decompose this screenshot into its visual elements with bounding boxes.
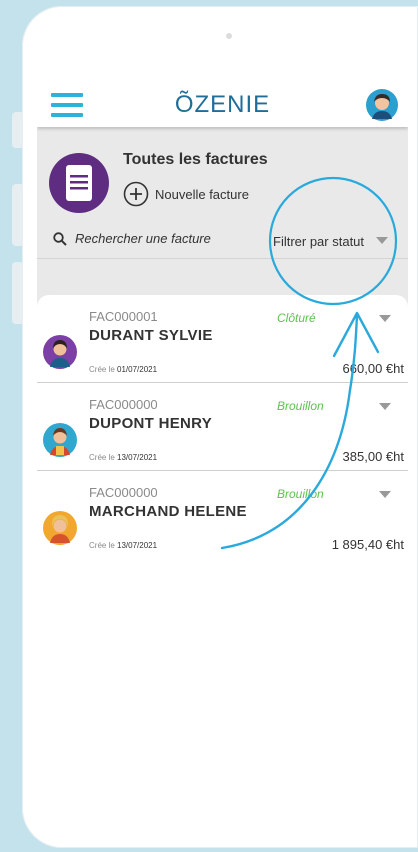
search-input[interactable]: Rechercher une facture [53, 231, 211, 246]
invoice-number: FAC000001 [89, 309, 158, 324]
caret-down-icon[interactable] [379, 403, 391, 411]
invoice-date: Crée le 01/07/2021 [89, 365, 158, 374]
invoice-number: FAC000000 [89, 397, 158, 412]
client-avatar-icon [43, 335, 77, 369]
caret-down-icon[interactable] [379, 491, 391, 499]
client-avatar-icon [43, 423, 77, 457]
app-header: ÕZENIE [37, 83, 408, 127]
client-name: DURANT SYLVIE [89, 327, 213, 344]
caret-down-icon [376, 237, 389, 244]
user-avatar-icon[interactable] [366, 89, 398, 121]
invoice-number: FAC000000 [89, 485, 158, 500]
status-filter-label: Filtrer par statut [273, 233, 365, 249]
status-badge: Brouillon [277, 487, 324, 501]
page-title: Toutes les factures [123, 151, 268, 168]
app-screen: ÕZENIE Toutes les factures Nouvelle fact… [37, 83, 408, 819]
client-avatar-icon [43, 511, 77, 545]
new-invoice-button[interactable]: Nouvelle facture [123, 179, 249, 209]
invoice-amount: 660,00 €ht [342, 361, 404, 376]
search-underline [37, 258, 408, 259]
invoice-amount: 385,00 €ht [342, 449, 404, 464]
caret-down-icon[interactable] [379, 315, 391, 323]
invoice-date: Crée le 13/07/2021 [89, 541, 158, 550]
app-logo: ÕZENIE [174, 91, 271, 118]
new-invoice-label: Nouvelle facture [155, 186, 249, 202]
status-badge: Brouillon [277, 399, 324, 413]
phone-camera [226, 33, 232, 39]
search-placeholder: Rechercher une facture [75, 231, 211, 246]
invoice-row[interactable]: FAC000000 DUPONT HENRY Brouillon Crée le… [37, 383, 408, 471]
invoice-row[interactable]: FAC000001 DURANT SYLVIE Clôturé Crée le … [37, 295, 408, 383]
invoice-amount: 1 895,40 €ht [331, 537, 404, 552]
status-filter-select[interactable]: Filtrer par statut [273, 228, 389, 254]
client-name: MARCHAND HELENE [89, 503, 247, 520]
invoice-row[interactable]: FAC000000 MARCHAND HELENE Brouillon Crée… [37, 471, 408, 559]
status-badge: Clôturé [277, 311, 316, 325]
search-icon [53, 231, 67, 246]
plus-circle-icon [123, 181, 149, 207]
invoice-date: Crée le 13/07/2021 [89, 453, 158, 462]
invoice-document-icon [49, 153, 109, 213]
invoice-list: FAC000001 DURANT SYLVIE Clôturé Crée le … [37, 295, 408, 819]
client-name: DUPONT HENRY [89, 415, 213, 432]
